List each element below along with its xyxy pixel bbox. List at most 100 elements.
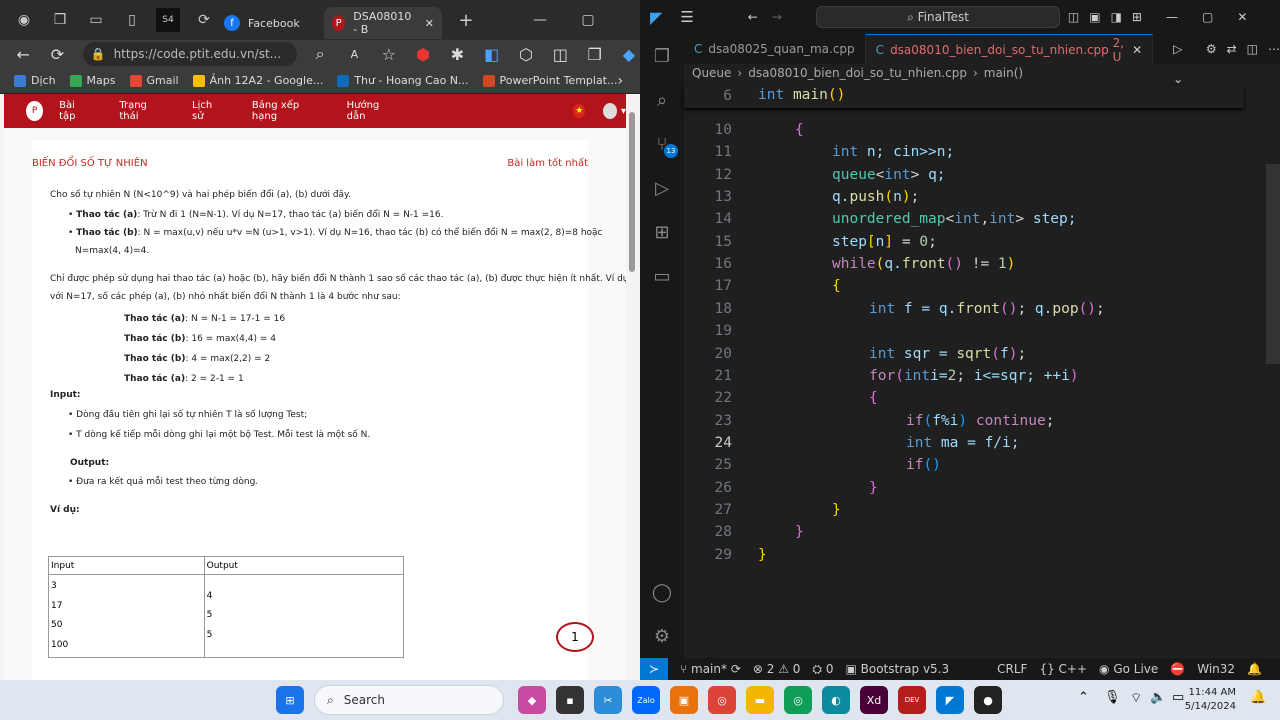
minimize-icon[interactable]: —	[528, 8, 552, 32]
breadcrumb-item[interactable]: Queue	[692, 66, 731, 80]
code-line[interactable]: {	[832, 278, 841, 294]
maximize-icon[interactable]: ▢	[576, 8, 600, 32]
bookmark-item[interactable]: PowerPoint Templat...	[482, 74, 618, 87]
eol-status[interactable]: CRLF	[997, 662, 1027, 676]
tab-dsa08010[interactable]: Cdsa08010_bien_doi_so_tu_nhien.cpp 2, U ✕	[865, 34, 1154, 64]
tab-actions-icon[interactable]: ▭	[84, 8, 108, 32]
menu-icon[interactable]: ☰	[680, 8, 693, 26]
code-line[interactable]: step[n] = 0;	[832, 234, 937, 250]
tab-dsa08025[interactable]: Cdsa08025_quan_ma.cpp	[684, 34, 866, 64]
close-icon[interactable]: ✕	[1132, 43, 1142, 57]
platform-status[interactable]: Win32	[1197, 662, 1235, 676]
bookmark-item[interactable]: Maps	[69, 74, 116, 87]
code-line[interactable]: unordered_map<int,int> step;	[832, 211, 1077, 227]
bootstrap-status[interactable]: ▣ Bootstrap v5.3	[845, 662, 949, 676]
explorer-icon[interactable]: ❐	[640, 34, 684, 78]
site-nav-link[interactable]: Lịch sử	[192, 100, 222, 122]
bookmark-item[interactable]: Ảnh 12A2 - Google...	[192, 74, 323, 87]
vietnam-flag-icon[interactable]: ★	[573, 104, 586, 118]
extension-capture-icon[interactable]: ◧	[481, 45, 503, 64]
code-line[interactable]: }	[758, 547, 767, 563]
gear-icon[interactable]: ⚙	[1206, 34, 1217, 64]
bookmark-item[interactable]: Dịch	[14, 74, 56, 87]
code-line[interactable]: while(q.front() != 1)	[832, 256, 1015, 272]
vscode-taskbar-icon[interactable]: ◤	[936, 686, 964, 714]
code-line[interactable]: }	[832, 502, 841, 518]
breadcrumb-item[interactable]: main()	[984, 66, 1023, 80]
back-icon[interactable]: ←	[12, 45, 34, 64]
remote-explorer-icon[interactable]: ▭	[640, 254, 684, 298]
settings-app-icon[interactable]: ▣	[670, 686, 698, 714]
extensions-icon[interactable]: ⬡	[515, 45, 537, 64]
toggle-panel-icon[interactable]: ▣	[1089, 10, 1100, 24]
breadcrumb-item[interactable]: ›	[737, 66, 742, 80]
code-line[interactable]: q.push(n);	[832, 189, 919, 205]
problems-status[interactable]: ⊗ 2 ⚠ 0	[753, 662, 801, 676]
zalo-icon[interactable]: Zalo	[632, 686, 660, 714]
taskbar-clock[interactable]: 11:44 AM 5/14/2024	[1185, 686, 1236, 714]
code-line[interactable]: int ma = f/i;	[906, 435, 1020, 451]
code-line[interactable]: for(inti=2; i<=sqr; ++i)	[869, 368, 1079, 384]
split-editor-icon[interactable]: ◫	[1247, 34, 1258, 64]
site-nav-link[interactable]: Bảng xếp hạng	[252, 100, 317, 122]
site-nav-link[interactable]: Hướng dẫn	[347, 100, 394, 122]
close-icon[interactable]: ✕	[425, 17, 434, 30]
settings-gear-icon[interactable]: ⚙	[640, 614, 684, 658]
extension-red-icon[interactable]: ⬢	[412, 45, 434, 64]
site-nav-link[interactable]: Bài tập	[59, 100, 89, 122]
more-icon[interactable]: ⋯	[1268, 34, 1280, 64]
taskbar-search[interactable]: ⌕ Search	[314, 685, 504, 715]
chrome-icon[interactable]: ◎	[708, 686, 736, 714]
split-screen-icon[interactable]: ◫	[549, 45, 571, 64]
code-line[interactable]: {	[795, 122, 804, 138]
windows-start-icon[interactable]: ⊞	[276, 686, 304, 714]
tab-icon[interactable]: ⟳	[192, 8, 216, 32]
best-submission-link[interactable]: Bài làm tốt nhất	[507, 158, 588, 169]
extensions-icon[interactable]: ⊞	[640, 210, 684, 254]
tab-facebook[interactable]: f Facebook	[216, 7, 324, 39]
code-editor[interactable]: 10 {11 int n; cin>>n; 12 queue<int> q; 13 q.pu…	[684, 86, 1244, 658]
tab-dsa08010[interactable]: P DSA08010 - B ✕	[324, 7, 442, 39]
favorites-bar-icon[interactable]: ❐	[583, 45, 605, 64]
breadcrumb-item[interactable]: ›	[973, 66, 978, 80]
code-line[interactable]: }	[795, 524, 804, 540]
language-status[interactable]: {} C++	[1039, 662, 1087, 676]
more-bookmarks-icon[interactable]: ›	[618, 73, 624, 89]
code-line[interactable]: queue<int> q;	[832, 167, 946, 183]
run-debug-icon[interactable]: ▷	[640, 166, 684, 210]
refresh-icon[interactable]: ⟳	[46, 45, 68, 64]
maximize-icon[interactable]: ▢	[1202, 10, 1213, 24]
search-icon[interactable]: ⌕	[640, 78, 684, 122]
command-center-search[interactable]: ⌕ FinalTest	[816, 6, 1060, 28]
branch-status[interactable]: ⑂ main* ⟳	[680, 662, 741, 676]
page-tab-icon[interactable]: ▯	[120, 8, 144, 32]
zoom-icon[interactable]: ⌕	[309, 44, 331, 64]
bookmark-item[interactable]: Thư - Hoang Cao N...	[337, 74, 469, 87]
minimize-icon[interactable]: —	[1166, 10, 1178, 24]
extension-bug-icon[interactable]: ✱	[446, 45, 468, 64]
obs-icon[interactable]: ●	[974, 686, 1002, 714]
edge-icon[interactable]: ◐	[822, 686, 850, 714]
workspaces-icon[interactable]: ❒	[48, 8, 72, 32]
toggle-secondary-icon[interactable]: ◨	[1111, 10, 1122, 24]
chat-bubble-button[interactable]: 1	[556, 622, 594, 652]
scrollbar-thumb[interactable]	[629, 112, 635, 272]
xd-icon[interactable]: Xd	[860, 686, 888, 714]
task-view-icon[interactable]: ▪	[556, 686, 584, 714]
battery-icon[interactable]: ▭	[1172, 690, 1184, 705]
snip-tool-icon[interactable]: ✂	[594, 686, 622, 714]
golive-status[interactable]: ◉ Go Live	[1099, 662, 1158, 676]
url-input[interactable]: 🔒 https://code.ptit.edu.vn/st...	[82, 42, 297, 66]
page-scrollbar[interactable]	[626, 94, 638, 680]
layout-icon[interactable]: ⊞	[1132, 10, 1142, 24]
ptit-logo[interactable]: P	[26, 101, 44, 121]
close-icon[interactable]: ✕	[1237, 10, 1247, 24]
favorite-star-icon[interactable]: ☆	[378, 45, 400, 64]
sticky-scroll-line[interactable]: 6 int main()	[684, 86, 1244, 108]
code-line[interactable]: }	[869, 480, 878, 496]
code-line[interactable]: {	[869, 390, 878, 406]
back-icon[interactable]: ←	[748, 10, 758, 24]
notifications-icon[interactable]: 🔔	[1247, 662, 1262, 676]
read-aloud-icon[interactable]: A	[343, 48, 365, 61]
accounts-icon[interactable]: ◯	[640, 570, 684, 614]
